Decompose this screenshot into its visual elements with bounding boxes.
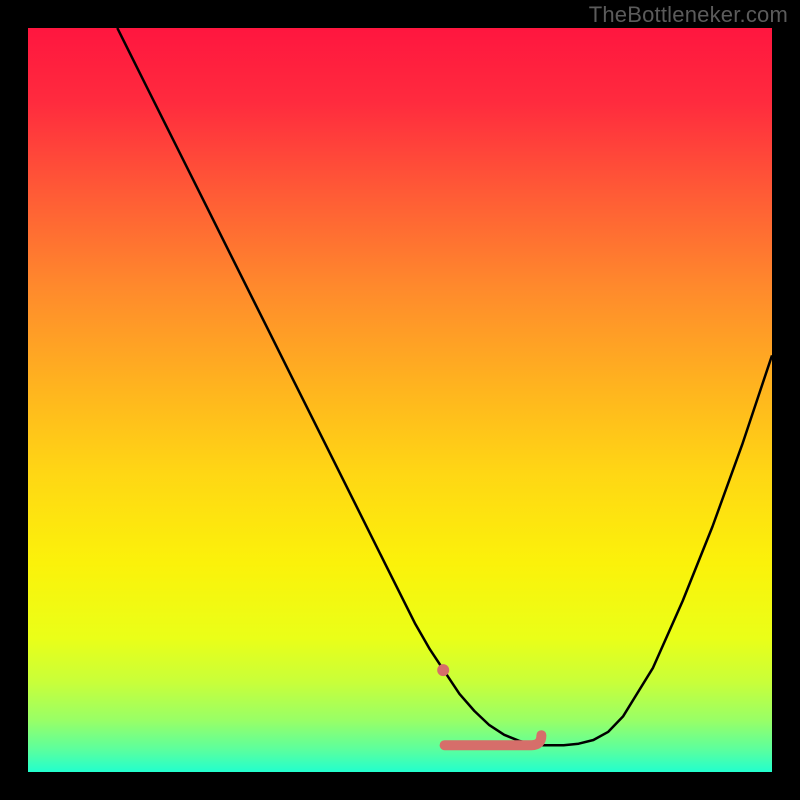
gradient-background bbox=[28, 28, 772, 772]
chart-container: TheBottleneker.com bbox=[0, 0, 800, 800]
plot-area bbox=[28, 28, 772, 772]
chart-svg bbox=[28, 28, 772, 772]
watermark-text: TheBottleneker.com bbox=[589, 2, 788, 28]
valley-dot-marker bbox=[437, 664, 449, 676]
